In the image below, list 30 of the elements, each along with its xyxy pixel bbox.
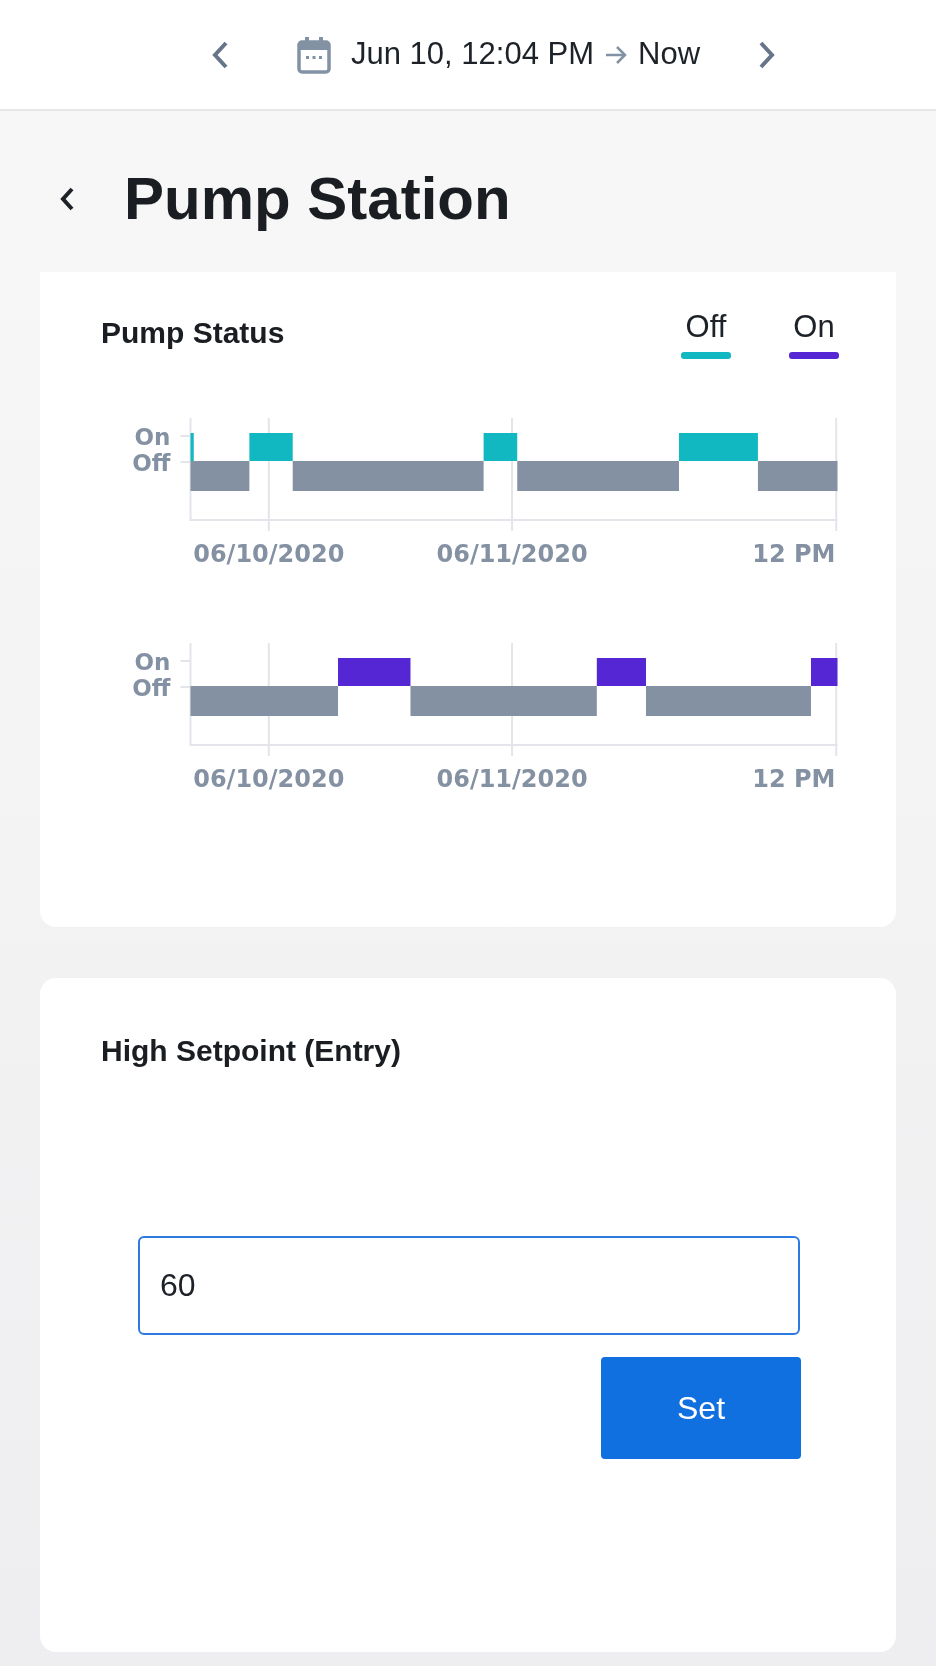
date-range-picker[interactable]: Jun 10, 12:04 PM Now [297,29,700,80]
off-segment [190,461,250,491]
x-axis-label: 06/10/2020 [193,765,345,793]
set-button[interactable]: Set [601,1357,801,1459]
calendar-icon [297,35,331,74]
chevron-left-icon [211,39,229,70]
card-title: Pump Status [101,315,285,351]
setpoint-input[interactable]: 60 [138,1236,800,1335]
x-axis-label: 06/10/2020 [193,540,345,568]
y-axis-label: Off [132,675,171,701]
y-axis-label: Off [132,450,171,476]
on-segment [483,433,518,461]
x-axis-label: 12 PM [752,540,836,568]
card-title: High Setpoint (Entry) [100,1033,402,1069]
on-segment [190,433,194,461]
legend-label: On [793,308,835,346]
chevron-right-icon [758,39,776,70]
arrow-right-icon [604,43,628,66]
page-title: Pump Station [124,163,511,234]
start-date: Jun 10, 12:04 PM [351,35,594,74]
x-axis-label: 12 PM [752,765,836,793]
end-date: Now [638,35,700,74]
y-axis-label: On [134,424,171,450]
x-axis-label: 06/11/2020 [436,765,588,793]
on-segment [810,658,838,686]
on-segment [249,433,293,461]
legend-label: Off [685,308,727,346]
y-axis-label: On [134,649,171,675]
x-axis-label: 06/11/2020 [436,540,588,568]
on-segment [596,658,646,686]
